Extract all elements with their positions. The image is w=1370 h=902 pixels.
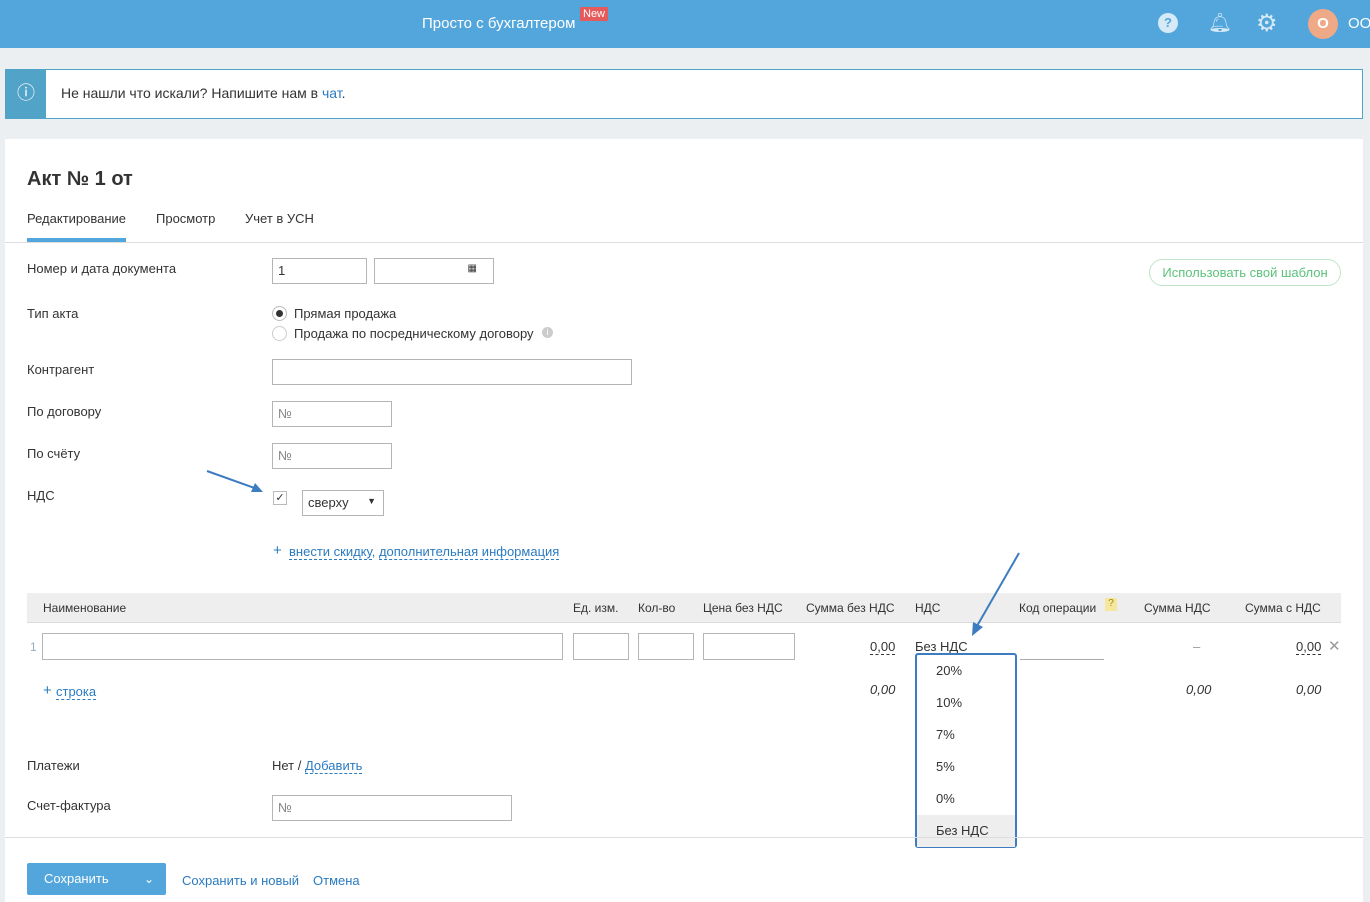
th-code: Код операции (1019, 601, 1097, 615)
vat-option-10[interactable]: 10% (917, 687, 1015, 719)
th-price: Цена без НДС (703, 601, 783, 615)
row-vat-sum: – (1193, 639, 1201, 654)
unit-input[interactable] (573, 633, 629, 660)
contract-input[interactable]: № (272, 401, 392, 427)
add-payment-link[interactable]: Добавить (304, 758, 363, 774)
tab-edit[interactable]: Редактирование (27, 211, 126, 226)
code-input[interactable] (1020, 659, 1104, 660)
th-qty: Кол-во (638, 601, 676, 615)
top-bar: Просто с бухгалтером New ? 🔔︎ ⚙ О ОО (0, 0, 1370, 48)
info-icon[interactable]: i (542, 327, 553, 338)
vat-option-7[interactable]: 7% (917, 719, 1015, 751)
invoice-label: По счёту (27, 446, 81, 461)
th-vat-sum: Сумма НДС (1144, 601, 1211, 615)
plus-icon: + (273, 542, 282, 559)
vat-checkbox[interactable]: ✓ (273, 491, 287, 505)
th-sum: Сумма без НДС (806, 601, 895, 615)
arrow-annotation (206, 470, 263, 492)
help-icon[interactable]: ? (1158, 13, 1178, 33)
name-input[interactable] (42, 633, 563, 660)
total-sum-no-vat: 0,00 (870, 682, 896, 697)
vat-option-5[interactable]: 5% (917, 751, 1015, 783)
add-row-link[interactable]: строка (56, 684, 97, 700)
row-vat-select[interactable]: Без НДС (915, 639, 968, 654)
radio-direct-label[interactable]: Прямая продажа (294, 306, 396, 321)
qty-input[interactable] (638, 633, 694, 660)
avatar[interactable]: О (1308, 9, 1338, 39)
vat-option-none[interactable]: Без НДС (917, 815, 1015, 847)
th-name: Наименование (43, 601, 127, 615)
th-unit: Ед. изм. (573, 601, 619, 615)
divider (5, 242, 1363, 243)
info-icon: ⓘ (6, 70, 46, 118)
save-new-link[interactable]: Сохранить и новый (182, 873, 299, 888)
vat-dropdown: 20% 10% 7% 5% 0% Без НДС (915, 653, 1017, 848)
radio-agent[interactable] (272, 326, 287, 341)
th-total: Сумма с НДС (1245, 601, 1321, 615)
use-template-button[interactable]: Использовать свой шаблон (1149, 259, 1341, 286)
radio-agent-label[interactable]: Продажа по посредническому договору (294, 326, 534, 341)
plus-icon: + (43, 682, 52, 699)
extra-info-link[interactable]: дополнительная информация (378, 544, 560, 560)
discount-link[interactable]: внести скидку (289, 544, 372, 560)
gear-icon[interactable]: ⚙ (1256, 9, 1278, 38)
contract-label: По договору (27, 404, 102, 419)
counterparty-label: Контрагент (27, 362, 95, 377)
calendar-icon[interactable]: ▦ (468, 263, 477, 274)
main-panel (5, 139, 1363, 902)
notice-end: . (341, 85, 346, 101)
arrow-annotation (972, 552, 1020, 636)
user-name[interactable]: ОО (1348, 15, 1370, 32)
bell-icon[interactable]: 🔔︎ (1208, 11, 1232, 35)
vat-mode-select[interactable]: сверху ▼ (302, 490, 384, 516)
th-vat: НДС (915, 601, 941, 615)
save-label: Сохранить (44, 871, 109, 886)
help-icon[interactable]: ? (1105, 598, 1117, 611)
doc-label: Номер и дата документа (27, 261, 177, 276)
invoice-input[interactable]: № (272, 443, 392, 469)
type-label: Тип акта (27, 306, 79, 321)
chevron-down-icon[interactable]: ⌄ (132, 863, 166, 895)
info-notice: ⓘ Не нашли что искали? Напишите нам в ча… (5, 69, 1363, 119)
app-title[interactable]: Просто с бухгалтером (422, 15, 575, 32)
delete-row-icon[interactable]: ✕ (1328, 637, 1341, 655)
doc-date-input[interactable]: ▦ (374, 258, 494, 284)
save-button[interactable]: Сохранить ⌄ (27, 863, 166, 895)
vat-label: НДС (27, 488, 55, 503)
vat-option-20[interactable]: 20% (917, 655, 1015, 687)
total-with-vat: 0,00 (1296, 682, 1322, 697)
chevron-down-icon: ▼ (367, 496, 376, 506)
sum-no-vat[interactable]: 0,00 (870, 639, 896, 655)
counterparty-input[interactable] (272, 359, 632, 385)
new-badge: New (580, 7, 609, 21)
total-vat-sum: 0,00 (1186, 682, 1212, 697)
chat-link[interactable]: чат (322, 85, 342, 101)
row-index: 1 (30, 640, 37, 654)
vat-option-0[interactable]: 0% (917, 783, 1015, 815)
sf-label: Счет-фактура (27, 798, 111, 813)
tab-usn[interactable]: Учет в УСН (245, 211, 314, 226)
tab-view[interactable]: Просмотр (156, 211, 215, 226)
sf-input[interactable]: № (272, 795, 512, 821)
payments-label: Платежи (27, 758, 80, 773)
row-total[interactable]: 0,00 (1296, 639, 1322, 655)
doc-number-input[interactable]: 1 (272, 258, 367, 284)
radio-direct[interactable] (272, 306, 287, 321)
page-title: Акт № 1 от (27, 168, 133, 190)
divider (5, 837, 1363, 838)
vat-mode-value: сверху (308, 495, 349, 510)
notice-text: Не нашли что искали? Напишите нам в (61, 85, 322, 101)
payments-value: Нет / (272, 758, 305, 773)
price-input[interactable] (703, 633, 795, 660)
cancel-link[interactable]: Отмена (313, 873, 360, 888)
